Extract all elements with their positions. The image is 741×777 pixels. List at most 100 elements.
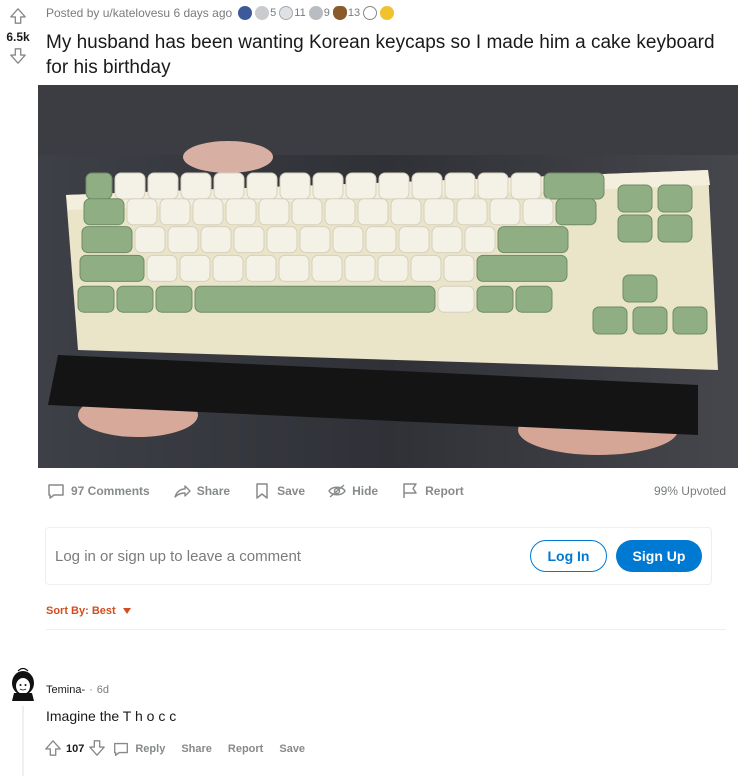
cream-keycap: [291, 198, 323, 226]
cream-keycap: [245, 254, 277, 282]
green-keycap: [555, 198, 597, 226]
green-keycap: [515, 285, 553, 313]
cream-keycap: [146, 254, 178, 282]
report-button[interactable]: Report: [400, 481, 464, 501]
green-keycap: [81, 226, 133, 254]
comment-author-link[interactable]: Temina-: [46, 684, 85, 696]
downvote-arrow-icon[interactable]: [8, 46, 28, 66]
comment-bubble-icon: [48, 484, 64, 499]
green-keycap: [672, 306, 708, 335]
post-title[interactable]: My husband has been wanting Korean keyca…: [46, 30, 726, 80]
cake-keyboard-image: [38, 85, 738, 468]
award-silver[interactable]: 11: [279, 6, 306, 20]
comment-body: Imagine the T h o c c: [46, 708, 177, 724]
cream-keycap: [411, 172, 443, 200]
sort-dropdown[interactable]: Sort By: Best: [46, 605, 132, 617]
cream-keycap: [522, 198, 554, 226]
cream-keycap: [437, 285, 475, 313]
comment-share-button[interactable]: Share: [181, 743, 212, 755]
coin-award-icon: [308, 6, 323, 20]
signup-button[interactable]: Sign Up: [616, 540, 702, 572]
cream-keycap: [345, 172, 377, 200]
green-keycap: [592, 306, 628, 335]
upvote-arrow-icon[interactable]: [8, 6, 28, 26]
comments-button[interactable]: 97 Comments: [46, 481, 150, 501]
comment-age: 6d: [96, 684, 110, 696]
award-count: 5: [270, 7, 277, 19]
avatar[interactable]: [8, 667, 38, 703]
share-button[interactable]: Share: [172, 481, 230, 501]
cream-keycap: [258, 198, 290, 226]
cream-keycap: [312, 172, 344, 200]
green-keycap: [622, 274, 658, 303]
upvote-ratio: 99% Upvoted: [653, 484, 726, 498]
poop-award-icon: [332, 6, 347, 20]
cream-keycap: [167, 226, 199, 254]
award-count: 11: [294, 7, 306, 19]
comment-reply-button[interactable]: Reply: [112, 740, 165, 758]
post-author-link[interactable]: u/katelovesu: [103, 6, 170, 20]
awards-row[interactable]: 5 11 9 13: [238, 6, 395, 20]
green-keycap: [476, 285, 514, 313]
save-button[interactable]: Save: [252, 481, 305, 501]
post-meta: Posted by u/katelovesu 6 days ago 5 11 9…: [46, 4, 395, 22]
save-label: Save: [277, 484, 306, 498]
cream-keycap: [233, 226, 265, 254]
award-poop[interactable]: 13: [332, 6, 361, 20]
share-label: Share: [196, 484, 231, 498]
award-count: 9: [323, 7, 330, 19]
cream-keycap: [378, 172, 410, 200]
flag-icon: [403, 483, 417, 498]
award-coin[interactable]: 9: [308, 6, 330, 20]
green-keycap: [155, 285, 193, 313]
comment-upvote-icon[interactable]: [44, 739, 62, 760]
post-image[interactable]: [38, 85, 738, 468]
cream-keycap: [423, 198, 455, 226]
award-helmet[interactable]: [238, 6, 253, 20]
cream-keycap: [279, 172, 311, 200]
green-keycap: [194, 285, 436, 313]
silver-award-icon: [279, 6, 294, 20]
comment-bubble-icon: [114, 742, 129, 756]
caret-down-icon: [122, 608, 131, 614]
wholesome-award-icon: [255, 6, 270, 20]
cream-keycap: [225, 198, 257, 226]
cream-keycap: [456, 198, 488, 226]
bookmark-icon: [256, 483, 268, 499]
cream-keycap: [114, 172, 146, 200]
award-sun[interactable]: [363, 6, 378, 20]
sort-divider: [46, 629, 726, 630]
cream-keycap: [431, 226, 463, 254]
cream-keycap: [213, 172, 245, 200]
login-button[interactable]: Log In: [530, 540, 607, 572]
cream-keycap: [147, 172, 179, 200]
cream-keycap: [489, 198, 521, 226]
helmet-award-icon: [238, 6, 253, 20]
green-keycap: [85, 172, 113, 200]
award-count: 13: [347, 7, 361, 19]
sun-award-icon: [363, 6, 378, 20]
green-keycap: [116, 285, 154, 313]
post-score: 6.5k: [6, 30, 30, 44]
share-arrow-icon: [174, 485, 191, 498]
comment-separator: ·: [89, 684, 93, 696]
comments-count-label: 97 Comments: [71, 484, 150, 498]
hide-button[interactable]: Hide: [327, 481, 378, 501]
hide-label: Hide: [352, 484, 379, 498]
award-sun-face[interactable]: [380, 6, 395, 20]
cream-keycap: [390, 198, 422, 226]
cream-keycap: [365, 226, 397, 254]
green-keycap: [657, 184, 693, 213]
comment-downvote-icon[interactable]: [88, 739, 106, 760]
cream-keycap: [212, 254, 244, 282]
comment-save-button[interactable]: Save: [279, 743, 305, 755]
cream-keycap: [444, 172, 476, 200]
award-wholesome[interactable]: 5: [255, 6, 276, 20]
cream-keycap: [324, 198, 356, 226]
cream-keycap: [278, 254, 310, 282]
comment-thread-line[interactable]: [22, 706, 24, 776]
cream-keycap: [266, 226, 298, 254]
comment-report-button[interactable]: Report: [228, 743, 263, 755]
report-label: Report: [425, 484, 464, 498]
cream-keycap: [377, 254, 409, 282]
